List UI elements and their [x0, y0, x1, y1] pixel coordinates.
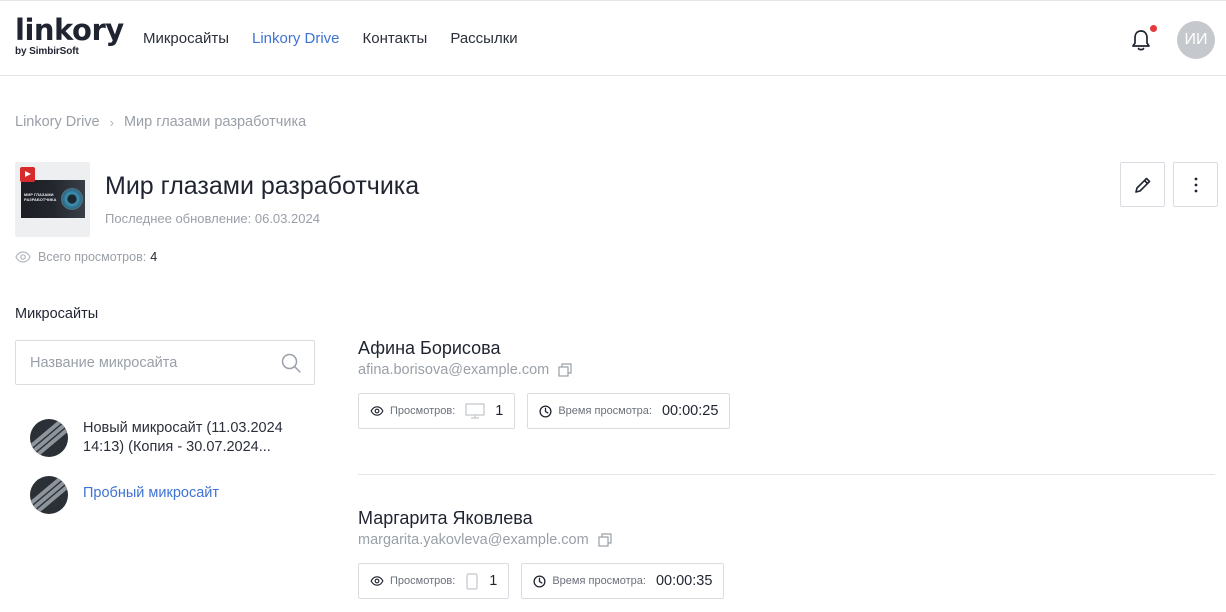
last-updated: Последнее обновление: 06.03.2024 [105, 211, 320, 226]
clock-icon [533, 574, 546, 588]
watch-time-value: 00:00:25 [661, 403, 719, 419]
app-header: linkory by SimbirSoft Микросайты Linkory… [0, 0, 1226, 76]
chevron-right-icon: › [109, 114, 114, 130]
logo-wordmark: linkory [15, 13, 124, 47]
watch-time-label: Время просмотра: [552, 575, 646, 587]
microsite-search [15, 340, 315, 385]
watch-time-stat: Время просмотра: 00:00:25 [527, 393, 731, 429]
divider [358, 474, 1215, 475]
views-stat: Просмотров: 1 [358, 563, 510, 599]
microsite-avatar [30, 419, 68, 457]
eye-icon [15, 251, 31, 263]
viewer-email: afina.borisova@example.com [358, 362, 550, 378]
file-thumbnail: МИР ГЛАЗАМИ РАЗРАБОТЧИКА [15, 162, 90, 237]
clock-icon [539, 404, 552, 418]
microsite-search-input[interactable] [16, 341, 276, 384]
eye-icon [370, 406, 384, 416]
breadcrumb: Linkory Drive › Мир глазами разработчика [15, 114, 306, 130]
microsite-list-item[interactable]: Пробный микросайт [30, 476, 293, 514]
nav-item-mailings[interactable]: Рассылки [450, 30, 517, 47]
video-play-icon [20, 167, 35, 182]
pencil-icon [1134, 177, 1150, 193]
breadcrumb-current: Мир глазами разработчика [123, 114, 307, 130]
more-vertical-icon [1194, 177, 1197, 192]
eye-icon [370, 576, 384, 586]
thumbnail-caption: МИР ГЛАЗАМИ РАЗРАБОТЧИКА [24, 192, 57, 202]
microsite-list-item[interactable]: Новый микросайт (11.03.2024 14:13) (Копи… [30, 419, 293, 457]
viewer-stats: Просмотров: 1 Время просмотра: 00:00:25 [358, 393, 731, 429]
last-updated-label: Последнее обновление: [105, 211, 252, 226]
main-nav: Микросайты Linkory Drive Контакты Рассыл… [143, 30, 518, 47]
views-stat: Просмотров: 1 [358, 393, 516, 429]
viewer-email-row: afina.borisova@example.com [358, 362, 572, 378]
nav-item-contacts[interactable]: Контакты [363, 30, 428, 47]
watch-time-value: 00:00:35 [655, 573, 713, 589]
views-label: Просмотров: [390, 405, 456, 417]
last-updated-value: 06.03.2024 [254, 211, 320, 226]
more-options-button[interactable] [1173, 162, 1218, 207]
page-title: Мир глазами разработчика [105, 172, 420, 200]
nav-item-linkory-drive[interactable]: Linkory Drive [252, 30, 340, 47]
total-views-value: 4 [150, 250, 158, 264]
linkory-logo[interactable]: linkory by SimbirSoft [15, 15, 124, 57]
views-count: 1 [495, 403, 504, 419]
user-avatar[interactable]: ИИ [1177, 21, 1215, 59]
total-views-label: Всего просмотров: [38, 250, 147, 264]
desktop-icon [465, 403, 485, 419]
mobile-icon [466, 572, 478, 590]
copy-icon[interactable] [598, 533, 612, 547]
microsite-avatar [30, 476, 68, 514]
viewer-email-row: margarita.yakovleva@example.com [358, 532, 612, 548]
microsites-heading: Микросайты [15, 306, 99, 322]
total-views: Всего просмотров: 4 [15, 250, 157, 264]
watch-time-label: Время просмотра: [558, 405, 652, 417]
viewer-email: margarita.yakovleva@example.com [358, 532, 589, 548]
copy-icon[interactable] [558, 363, 572, 377]
views-count: 1 [489, 573, 498, 589]
viewer-stats: Просмотров: 1 Время просмотра: 00:00:35 [358, 563, 725, 599]
breadcrumb-root[interactable]: Linkory Drive [15, 114, 100, 130]
views-label: Просмотров: [390, 575, 456, 587]
microsite-name: Новый микросайт (11.03.2024 14:13) (Копи… [83, 420, 283, 455]
notification-badge [1150, 25, 1157, 32]
viewer-name: Афина Борисова [358, 338, 501, 358]
watch-time-stat: Время просмотра: 00:00:35 [521, 563, 725, 599]
eye-image [61, 188, 83, 210]
thumbnail-image: МИР ГЛАЗАМИ РАЗРАБОТЧИКА [21, 180, 85, 218]
logo-subtitle: by SimbirSoft [15, 46, 79, 57]
search-icon[interactable] [280, 352, 302, 374]
viewer-name: Маргарита Яковлева [358, 508, 533, 528]
viewer-card: Маргарита Яковлева margarita.yakovleva@e… [358, 508, 612, 548]
edit-button[interactable] [1120, 162, 1165, 207]
microsite-name-link[interactable]: Пробный микросайт [83, 484, 293, 503]
viewer-card: Афина Борисова afina.borisova@example.co… [358, 338, 572, 378]
nav-item-microsites[interactable]: Микросайты [143, 30, 229, 47]
